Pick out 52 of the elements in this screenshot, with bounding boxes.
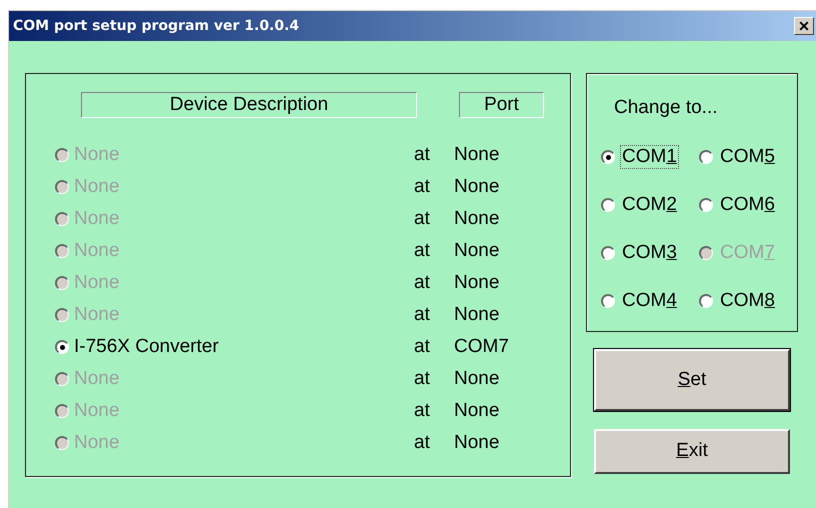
radio-button[interactable] [55, 340, 69, 354]
port-option[interactable]: COM2 [620, 192, 679, 216]
port-value: COM7 [454, 334, 509, 359]
exit-button[interactable]: Exit [594, 429, 790, 474]
at-label: at [414, 270, 431, 295]
close-button[interactable]: × [794, 17, 814, 35]
port-value: None [454, 366, 500, 391]
at-label: at [414, 334, 431, 359]
port-option[interactable]: COM4 [620, 288, 679, 312]
port-value: None [454, 398, 500, 423]
device-name: None [74, 366, 120, 391]
port-option[interactable]: COM3 [620, 240, 679, 264]
device-name: None [74, 302, 120, 327]
device-name: None [74, 142, 120, 167]
radio-button[interactable] [601, 150, 615, 164]
at-label: at [414, 366, 431, 391]
device-name: None [74, 206, 120, 231]
at-label: at [414, 398, 431, 423]
radio-button[interactable] [601, 246, 615, 260]
device-name: None [74, 270, 120, 295]
radio-button[interactable] [601, 198, 615, 212]
at-label: at [414, 302, 431, 327]
port-option[interactable]: COM8 [718, 288, 777, 312]
radio-button[interactable] [699, 198, 713, 212]
at-label: at [414, 238, 431, 263]
port-value: None [454, 142, 500, 167]
device-name: None [74, 238, 120, 263]
at-label: at [414, 206, 431, 231]
device-name: None [74, 430, 120, 455]
port-option[interactable]: COM5 [718, 144, 777, 168]
device-name: None [74, 174, 120, 199]
at-label: at [414, 430, 431, 455]
column-header: Device Description [81, 92, 417, 118]
at-label: at [414, 142, 431, 167]
radio-button[interactable] [699, 294, 713, 308]
set-button[interactable]: Set [594, 349, 790, 411]
window-title: COM port setup program ver 1.0.0.4 [13, 16, 300, 36]
port-option[interactable]: COM6 [718, 192, 777, 216]
at-label: at [414, 174, 431, 199]
group-title: Change to... [614, 97, 718, 118]
device-name: None [74, 398, 120, 423]
radio-button[interactable] [601, 294, 615, 308]
column-header: Port [459, 92, 544, 118]
port-value: None [454, 270, 500, 295]
port-value: None [454, 206, 500, 231]
port-option[interactable]: COM1 [620, 144, 679, 168]
device-name: I-756X Converter [74, 334, 220, 359]
port-value: None [454, 302, 500, 327]
radio-button[interactable] [699, 150, 713, 164]
port-value: None [454, 238, 500, 263]
port-value: None [454, 430, 500, 455]
port-value: None [454, 174, 500, 199]
